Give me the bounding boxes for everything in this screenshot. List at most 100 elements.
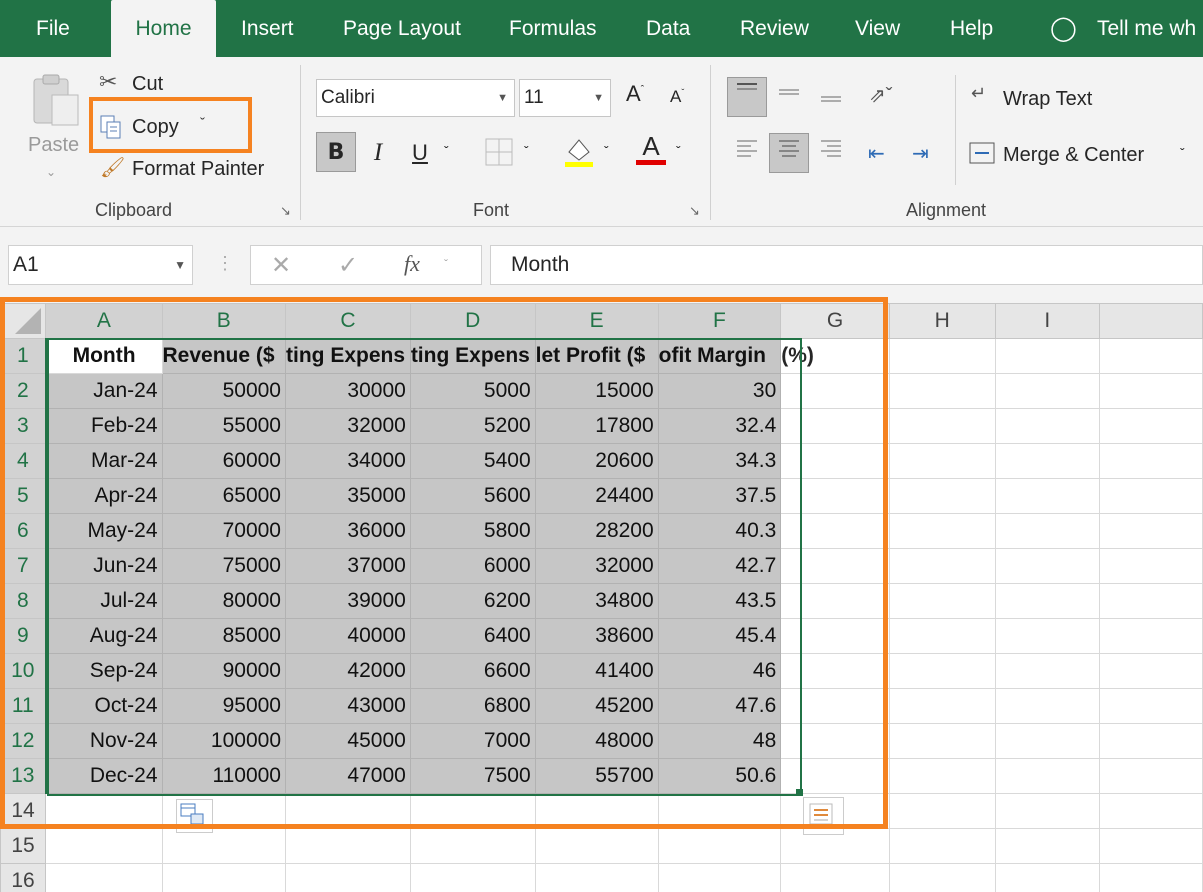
table-cell[interactable]: 34800 — [534, 583, 659, 619]
table-cell[interactable]: 40.3 — [657, 513, 782, 549]
table-cell[interactable]: 80000 — [161, 583, 287, 619]
fill-handle[interactable] — [796, 789, 803, 796]
cell-d1[interactable]: ting Expens — [409, 338, 536, 374]
table-cell[interactable]: 5200 — [409, 408, 536, 444]
table-cell[interactable]: Jul-24 — [45, 583, 163, 619]
dialog-launcher-icon[interactable]: ↘ — [280, 203, 291, 219]
table-cell[interactable]: 5600 — [409, 478, 536, 514]
table-cell[interactable]: 43000 — [285, 688, 411, 724]
table-cell[interactable]: 48000 — [534, 723, 659, 759]
row-header[interactable]: 13 — [0, 758, 47, 794]
cell[interactable] — [888, 373, 996, 409]
table-cell[interactable]: Nov-24 — [45, 723, 163, 759]
paste-icon[interactable] — [28, 73, 84, 129]
column-header-g[interactable]: G — [780, 303, 890, 339]
cell[interactable] — [888, 443, 996, 479]
cell[interactable] — [780, 618, 890, 654]
table-cell[interactable]: 47000 — [285, 758, 411, 794]
cell[interactable] — [45, 828, 163, 864]
cell[interactable] — [888, 758, 996, 794]
merge-center-button[interactable]: Merge & Center — [1003, 144, 1144, 167]
align-right-icon[interactable] — [811, 133, 851, 173]
cell[interactable] — [780, 373, 890, 409]
cell[interactable] — [780, 653, 890, 689]
column-header-f[interactable]: F — [657, 303, 782, 340]
table-cell[interactable]: 50.6 — [657, 758, 782, 794]
format-painter-button[interactable]: Format Painter — [132, 158, 264, 181]
fill-color-icon[interactable] — [563, 134, 595, 173]
cell[interactable] — [1098, 863, 1203, 892]
cell[interactable] — [888, 653, 996, 689]
cell[interactable] — [994, 338, 1100, 374]
cell[interactable] — [888, 548, 996, 584]
table-cell[interactable]: 7500 — [409, 758, 536, 794]
cell[interactable] — [285, 793, 411, 829]
cell[interactable] — [994, 758, 1100, 794]
table-cell[interactable]: 5800 — [409, 513, 536, 549]
row-header[interactable]: 10 — [0, 653, 47, 689]
table-cell[interactable]: Oct-24 — [45, 688, 163, 724]
table-cell[interactable]: 32000 — [534, 548, 659, 584]
table-cell[interactable]: 7000 — [409, 723, 536, 759]
table-cell[interactable]: 17800 — [534, 408, 659, 444]
table-cell[interactable]: 15000 — [534, 373, 659, 409]
cell[interactable] — [888, 478, 996, 514]
column-header-c[interactable]: C — [285, 303, 411, 340]
row-header[interactable]: 6 — [0, 513, 47, 549]
table-cell[interactable]: 70000 — [161, 513, 287, 549]
cell[interactable] — [994, 688, 1100, 724]
grow-font-button[interactable]: Aˆ — [626, 81, 644, 107]
enter-check-icon[interactable]: ✓ — [338, 251, 358, 280]
cell[interactable] — [888, 688, 996, 724]
cell[interactable] — [994, 618, 1100, 654]
cell[interactable] — [780, 583, 890, 619]
cell[interactable] — [780, 723, 890, 759]
cell[interactable] — [534, 863, 659, 892]
table-cell[interactable]: 35000 — [285, 478, 411, 514]
table-cell[interactable]: 100000 — [161, 723, 287, 759]
table-cell[interactable]: 42.7 — [657, 548, 782, 584]
cell-e1[interactable]: let Profit ($ — [534, 338, 659, 374]
cell[interactable] — [888, 583, 996, 619]
font-color-button[interactable]: A — [636, 131, 666, 165]
cell[interactable] — [994, 548, 1100, 584]
row-header[interactable]: 5 — [0, 478, 47, 514]
table-cell[interactable]: Mar-24 — [45, 443, 163, 479]
cell[interactable] — [657, 863, 782, 892]
table-cell[interactable]: 39000 — [285, 583, 411, 619]
table-cell[interactable]: Jan-24 — [45, 373, 163, 409]
tab-formulas[interactable]: Formulas — [509, 0, 597, 57]
underline-button[interactable]: U — [400, 132, 440, 172]
cell[interactable] — [1098, 478, 1203, 514]
table-cell[interactable]: 28200 — [534, 513, 659, 549]
row-header[interactable]: 16 — [0, 863, 47, 892]
table-cell[interactable]: 46 — [657, 653, 782, 689]
wrap-text-button[interactable]: Wrap Text — [1003, 88, 1092, 111]
cell[interactable] — [994, 723, 1100, 759]
table-cell[interactable]: Jun-24 — [45, 548, 163, 584]
row-header[interactable]: 1 — [0, 338, 47, 374]
cell[interactable] — [285, 828, 411, 864]
row-header[interactable]: 12 — [0, 723, 47, 759]
cell[interactable] — [1098, 408, 1203, 444]
table-cell[interactable]: 60000 — [161, 443, 287, 479]
table-cell[interactable]: 32.4 — [657, 408, 782, 444]
chevron-down-icon[interactable]: ⌄ — [46, 165, 56, 179]
cell[interactable] — [994, 443, 1100, 479]
tab-help[interactable]: Help — [950, 0, 993, 57]
borders-icon[interactable] — [484, 137, 514, 172]
name-box[interactable]: A1 ▼ — [8, 245, 193, 285]
font-size-combo[interactable]: 11 ▼ — [519, 79, 611, 117]
cell[interactable] — [994, 828, 1100, 864]
table-cell[interactable]: 45000 — [285, 723, 411, 759]
cell[interactable] — [994, 408, 1100, 444]
insert-function-button[interactable]: fx — [404, 251, 420, 277]
align-middle-icon[interactable] — [769, 77, 809, 117]
tab-view[interactable]: View — [855, 0, 900, 57]
table-cell[interactable]: 65000 — [161, 478, 287, 514]
table-cell[interactable]: 55000 — [161, 408, 287, 444]
table-cell[interactable]: 42000 — [285, 653, 411, 689]
cell[interactable] — [1098, 723, 1203, 759]
table-cell[interactable]: 85000 — [161, 618, 287, 654]
table-cell[interactable]: 48 — [657, 723, 782, 759]
